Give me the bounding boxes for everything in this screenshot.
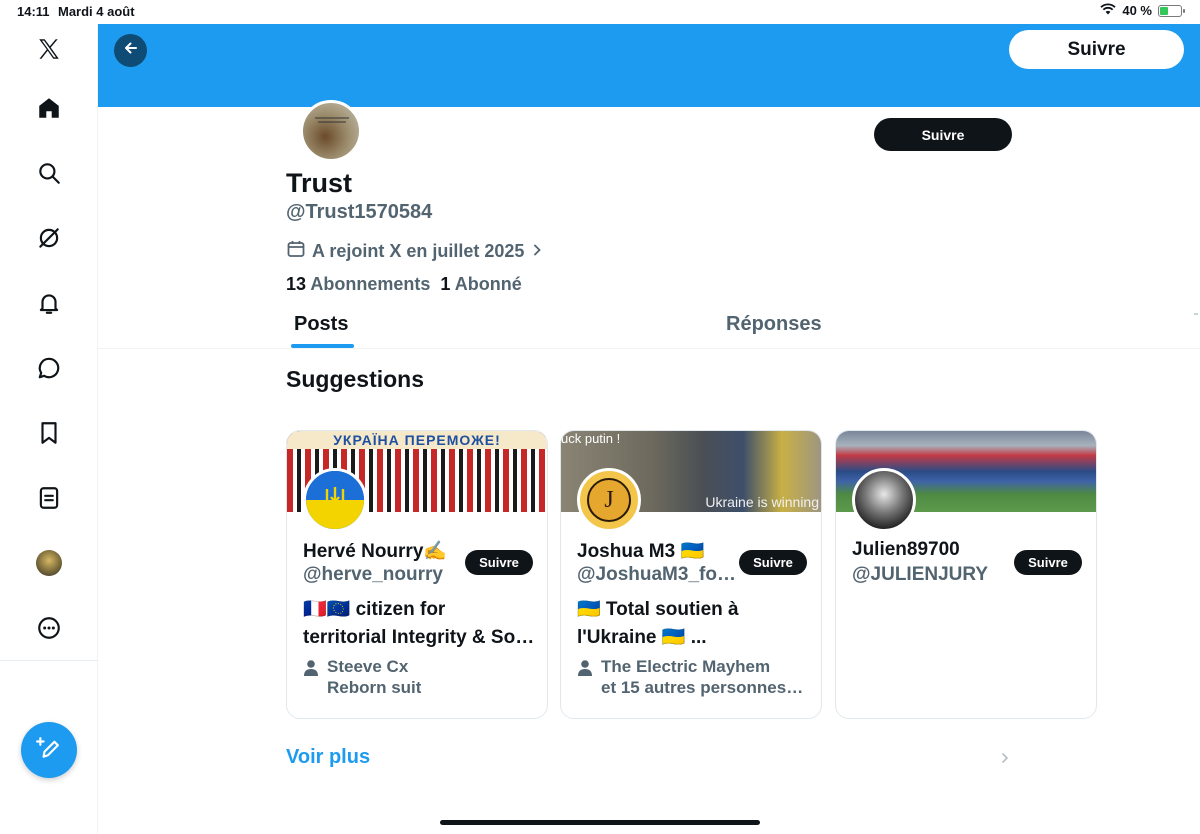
- more-icon[interactable]: [26, 605, 72, 651]
- header-follow-button[interactable]: Suivre: [1009, 30, 1184, 69]
- card-follow-button[interactable]: Suivre: [739, 550, 807, 575]
- joined-text: A rejoint X en juillet 2025: [312, 241, 525, 261]
- card-followed-by: Steeve Cx Reborn suit: [303, 656, 533, 698]
- profile-avatar-thumbnail: [36, 550, 62, 576]
- card-bio-line: territorial Integrity & Sovereignty: [303, 627, 535, 648]
- card-banner-text: УКРАЇНА ПЕРЕМОЖЕ!: [287, 431, 547, 449]
- status-bar: 14:11 Mardi 4 août 40 %: [0, 0, 1200, 24]
- following-count: 13: [286, 274, 307, 294]
- status-time: 14:11: [17, 4, 50, 19]
- person-icon: [577, 656, 593, 698]
- suggestion-card[interactable]: uck putin ! Ukraine is winning J Suivre …: [560, 430, 822, 719]
- card-avatar: [303, 468, 367, 532]
- compose-icon: [36, 735, 62, 766]
- card-banner-text: Ukraine is winning: [705, 494, 819, 510]
- card-banner-text: uck putin !: [561, 431, 621, 446]
- lists-icon[interactable]: [26, 475, 72, 521]
- tab-posts[interactable]: Posts: [294, 313, 348, 336]
- trident-icon: [325, 487, 345, 511]
- chevron-right-icon[interactable]: [1000, 751, 1010, 770]
- battery-percent: 40 %: [1122, 3, 1152, 18]
- profile-handle: @Trust1570584: [286, 201, 433, 223]
- notifications-icon[interactable]: [26, 280, 72, 326]
- card-followed-line: The Electric Mayhem: [601, 657, 771, 676]
- arrow-left-icon: [123, 40, 139, 61]
- wifi-icon: [1100, 3, 1116, 18]
- suggestion-card[interactable]: Suivre Julien89700 @JULIENJURY: [835, 430, 1097, 719]
- profile-follow-button[interactable]: Suivre: [874, 118, 1012, 151]
- home-indicator[interactable]: [440, 820, 760, 825]
- card-followed-by: The Electric Mayhem et 15 autres personn…: [577, 656, 807, 698]
- profile-avatar-icon[interactable]: [26, 540, 72, 586]
- chevron-right-icon: [530, 241, 544, 262]
- status-indicators: 40 %: [1100, 3, 1185, 18]
- profile-avatar[interactable]: [300, 100, 362, 162]
- compose-button[interactable]: [21, 722, 77, 778]
- active-tab-indicator: [291, 344, 354, 348]
- bookmarks-icon[interactable]: [26, 410, 72, 456]
- card-avatar: J: [577, 468, 641, 532]
- suggestions-title: Suggestions: [286, 366, 425, 392]
- joined-date-link[interactable]: A rejoint X en juillet 2025: [286, 239, 544, 264]
- followers-link[interactable]: 1 Abonné: [440, 274, 521, 295]
- followers-label: Abonné: [454, 274, 522, 294]
- person-icon: [303, 656, 319, 698]
- sidebar: [0, 24, 98, 834]
- card-follow-button[interactable]: Suivre: [465, 550, 533, 575]
- card-bio: 🇺🇦 Total soutien à l'Ukraine 🇺🇦 ...: [577, 596, 809, 652]
- card-name: Julien89700: [852, 539, 960, 560]
- status-date: Mardi 4 août: [58, 4, 135, 19]
- card-bio: 🇫🇷🇪🇺 citizen for territorial Integrity &…: [303, 596, 535, 652]
- card-followed-line: Reborn suit: [327, 678, 422, 697]
- scroll-edge-mark: [1194, 313, 1198, 315]
- card-bio-line: 🇺🇦 Total soutien à: [577, 599, 739, 620]
- grok-icon[interactable]: [26, 215, 72, 261]
- card-bio-line: 🇫🇷🇪🇺 citizen for: [303, 599, 446, 620]
- messages-icon[interactable]: [26, 345, 72, 391]
- battery-level: [1160, 6, 1168, 15]
- card-handle: @herve_nourry: [303, 564, 443, 585]
- see-more-link[interactable]: Voir plus: [286, 746, 370, 769]
- card-avatar: [852, 468, 916, 532]
- card-followed-line: et 15 autres personnes suivent: [601, 678, 807, 697]
- card-name: Joshua M3 🇺🇦: [577, 541, 705, 562]
- card-handle: @JoshuaM3_for_Ukraine: [577, 564, 737, 585]
- suggestion-card[interactable]: УКРАЇНА ПЕРЕМОЖЕ! Suivre Hervé Nourry✍️ …: [286, 430, 548, 719]
- card-bio-line: l'Ukraine 🇺🇦 ...: [577, 627, 707, 648]
- card-name: Hervé Nourry✍️: [303, 541, 448, 562]
- followers-count: 1: [440, 274, 451, 294]
- tab-replies[interactable]: Réponses: [726, 313, 822, 336]
- calendar-icon: [286, 239, 306, 264]
- profile-tabs: Posts Réponses: [98, 300, 1200, 349]
- battery-icon: [1158, 4, 1185, 17]
- following-label: Abonnements: [310, 274, 431, 294]
- card-follow-button[interactable]: Suivre: [1014, 550, 1082, 575]
- search-icon[interactable]: [26, 150, 72, 196]
- card-followed-line: Steeve Cx: [327, 657, 409, 676]
- card-handle: @JULIENJURY: [852, 564, 989, 585]
- follow-stats: 13 Abonnements 1 Abonné: [286, 274, 522, 295]
- following-link[interactable]: 13 Abonnements: [286, 274, 430, 295]
- back-button[interactable]: [114, 34, 147, 67]
- sidebar-divider: [0, 660, 98, 661]
- card-avatar-letter: J: [587, 478, 631, 522]
- x-logo-icon[interactable]: [26, 26, 72, 72]
- home-icon[interactable]: [26, 85, 72, 131]
- profile-name: Trust: [286, 168, 353, 198]
